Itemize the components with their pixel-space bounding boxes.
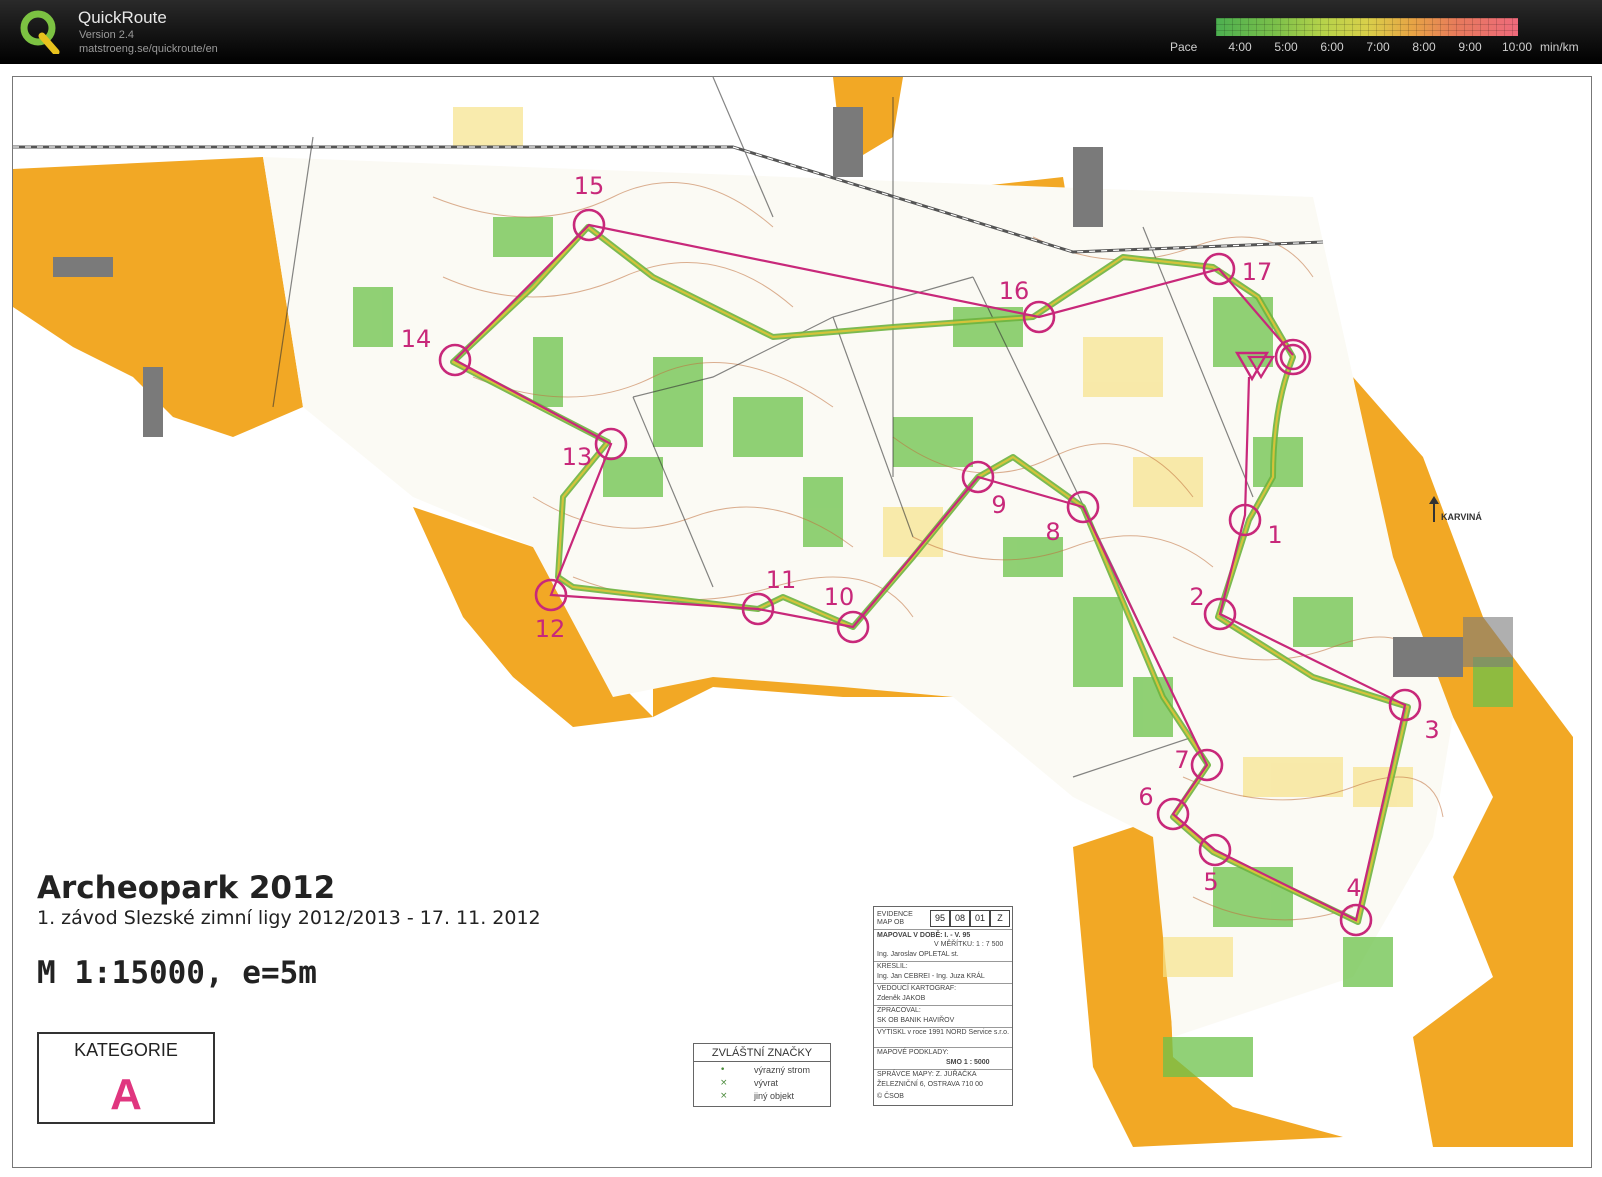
info-row: ZPRACOVAL: (877, 1007, 921, 1014)
pace-tick: 10:00 (1501, 40, 1533, 54)
map-title: Archeopark 2012 (37, 870, 336, 906)
control-number: 15 (573, 172, 605, 200)
legend-item: vývrat (754, 1078, 779, 1088)
legend-item: výrazný strom (754, 1065, 811, 1075)
pace-color-scale (1216, 18, 1518, 36)
special-symbols-legend: ZVLÁŠTNÍ ZNAČKY • výrazný strom × vývrat… (693, 1043, 831, 1107)
control-number: 8 (1045, 518, 1061, 546)
info-code: 08 (950, 910, 970, 927)
info-row: Ing. Jaroslav OPLETAL st. (877, 951, 959, 958)
pace-tick: 5:00 (1274, 40, 1298, 54)
map-scale: M 1:15000, e=5m (37, 955, 317, 991)
category-value: A (110, 1070, 142, 1119)
category-box: KATEGORIE A (37, 1032, 215, 1124)
map-canvas[interactable]: 1 2 3 4 5 6 7 8 9 10 11 12 13 14 15 16 1… (12, 76, 1592, 1168)
info-row: MAPOVÉ PODKLADY: (877, 1049, 949, 1056)
control-number: 13 (561, 443, 593, 471)
pace-tick: 6:00 (1320, 40, 1344, 54)
info-row: SMO 1 : 5000 (946, 1059, 990, 1066)
pace-tick: 8:00 (1412, 40, 1436, 54)
info-row: V MĚŘÍTKU: 1 : 7 500 (934, 941, 1004, 948)
app-version: Version 2.4 (79, 29, 135, 41)
info-row: © ČSOB (877, 1093, 904, 1100)
category-label: KATEGORIE (74, 1040, 178, 1060)
app-url[interactable]: matstroeng.se/quickroute/en (79, 43, 218, 55)
app-title: QuickRoute (78, 8, 167, 27)
control-number: 4 (1346, 874, 1362, 902)
tree-symbol-icon: • (720, 1065, 726, 1075)
pace-tick: 9:00 (1458, 40, 1482, 54)
info-evidence-label: EVIDENCE MAP OB (877, 911, 913, 926)
pace-tick: 4:00 (1228, 40, 1252, 54)
other-object-symbol-icon: × (720, 1091, 728, 1101)
north-label: KARVINÁ (1441, 512, 1482, 522)
info-row: VYTISKL v roce 1991 NORD Service s.r.o. (877, 1029, 1010, 1036)
control-number: 11 (765, 566, 797, 594)
control-number: 17 (1241, 258, 1273, 286)
info-code: Z (990, 910, 1010, 927)
control-number: 16 (998, 277, 1030, 305)
control-number: 2 (1189, 583, 1205, 611)
legend-title: ZVLÁŠTNÍ ZNAČKY (694, 1047, 830, 1062)
control-number: 7 (1174, 746, 1190, 774)
info-row: SK OB BANIK HAVIŘOV (877, 1017, 955, 1024)
orienteering-map (13, 77, 1573, 1147)
info-row: Ing. Jan CEBREI - Ing. Juza KRÁL (877, 973, 985, 980)
legend-item: jiný objekt (754, 1091, 795, 1101)
map-info-box: EVIDENCE MAP OB 95 08 01 Z MAPOVAL V DOB… (873, 906, 1013, 1106)
info-code: 01 (970, 910, 990, 927)
control-number: 1 (1267, 521, 1283, 549)
north-arrow-shaft (1433, 500, 1435, 522)
info-row: MAPOVAL V DOBĚ: I. - V. 95 (877, 932, 971, 939)
pace-label: Pace (1170, 40, 1198, 54)
info-code: 95 (930, 910, 950, 927)
control-number: 14 (400, 325, 432, 353)
control-number: 3 (1424, 716, 1440, 744)
top-bar: QuickRoute Version 2.4 matstroeng.se/qui… (0, 0, 1602, 64)
pace-unit: min/km (1540, 40, 1579, 54)
info-row: KRESLIL: (877, 963, 908, 970)
info-row: VEDOUCÍ KARTOGRAF: (877, 985, 957, 992)
info-row: SPRÁVCE MAPY: Z. JUŘAČKA (877, 1071, 977, 1078)
control-number: 6 (1138, 783, 1154, 811)
uprooted-tree-symbol-icon: × (720, 1078, 728, 1088)
pace-tick: 7:00 (1366, 40, 1390, 54)
map-subtitle: 1. závod Slezské zimní ligy 2012/2013 - … (37, 907, 541, 929)
control-number: 9 (991, 491, 1007, 519)
control-number: 10 (823, 583, 855, 611)
control-number: 12 (534, 615, 566, 643)
info-row: Zdeněk JAKOB (877, 995, 926, 1002)
info-row: ŽELEZNIČNÍ 6, OSTRAVA 710 00 (877, 1081, 983, 1088)
control-number: 5 (1203, 868, 1219, 896)
quickroute-logo-icon (20, 10, 60, 54)
